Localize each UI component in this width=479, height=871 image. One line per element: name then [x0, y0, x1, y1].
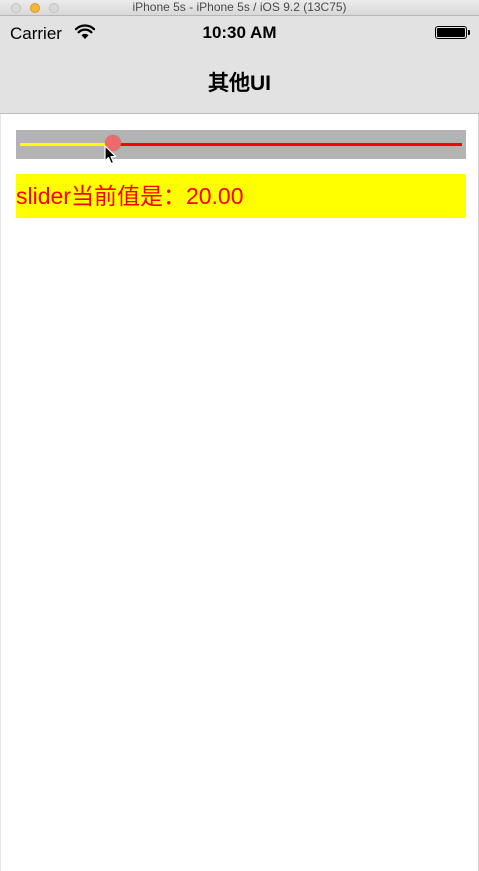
window-title-bar: iPhone 5s - iPhone 5s / iOS 9.2 (13C75)	[0, 0, 479, 16]
navigation-bar: Carrier 10:30 AM 其他UI	[0, 16, 479, 114]
mouse-cursor-icon	[104, 145, 117, 165]
status-time: 10:30 AM	[202, 23, 277, 42]
window-title: iPhone 5s - iPhone 5s / iOS 9.2 (13C75)	[132, 0, 347, 14]
window-left-edge	[0, 16, 1, 871]
battery-icon	[435, 26, 470, 39]
slider-min-track	[20, 143, 114, 146]
page-title: 其他UI	[208, 72, 271, 95]
slider-max-track	[113, 143, 462, 146]
value-slider[interactable]	[16, 130, 466, 159]
slider-value-label: slider当前值是：20.00	[16, 174, 466, 218]
